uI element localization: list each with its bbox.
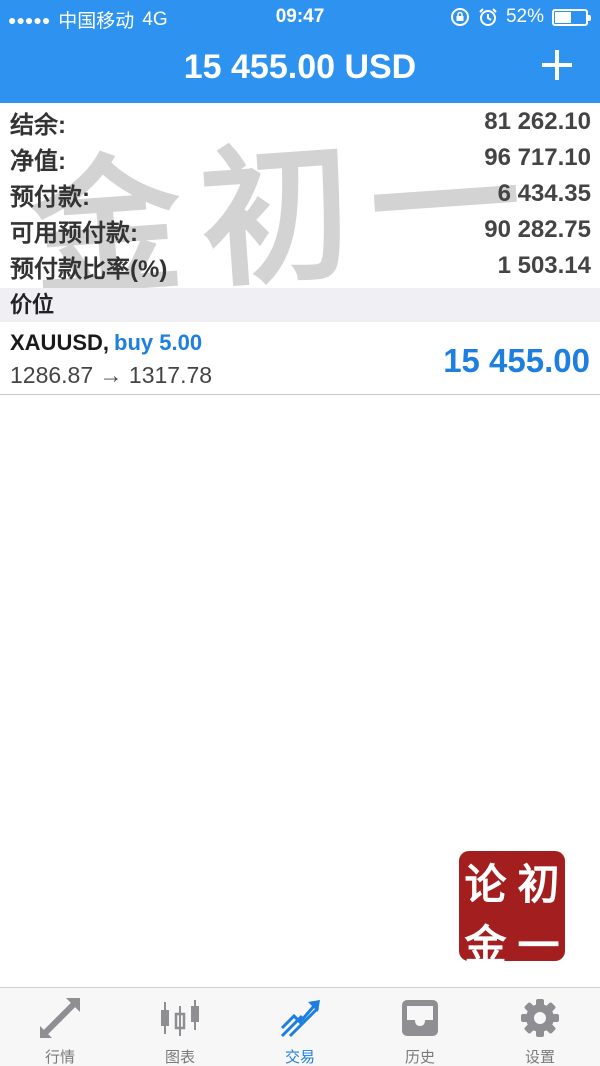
summary-row-margin-level: 预付款比率(%) 1 503.14 xyxy=(0,248,600,284)
position-symbol: XAUUSD, buy 5.00 xyxy=(10,330,202,356)
summary-value: 1 503.14 xyxy=(497,252,591,279)
summary-row-free-margin: 可用预付款: 90 282.75 xyxy=(0,212,600,248)
section-header-positions: 价位 xyxy=(0,288,600,322)
summary-label: 结余: xyxy=(10,111,66,139)
symbol-name: XAUUSD, xyxy=(10,330,110,355)
account-summary: 结余: 81 262.10 净值: 96 717.10 预付款: 6 434.3… xyxy=(0,104,600,284)
position-direction: buy 5.00 xyxy=(114,330,203,355)
tab-chart[interactable]: 图表 xyxy=(120,988,240,1066)
position-prices: 1286.87 → 1317.78 xyxy=(10,362,213,388)
seal-char: 金 xyxy=(464,921,507,970)
tab-label: 交易 xyxy=(284,1049,315,1066)
summary-value: 96 717.10 xyxy=(484,144,591,171)
trade-trend-icon xyxy=(280,1000,320,1038)
gear-icon xyxy=(521,999,559,1037)
summary-label: 净值: xyxy=(10,147,66,175)
summary-label: 预付款: xyxy=(10,183,90,211)
summary-row-margin: 预付款: 6 434.35 xyxy=(0,176,600,212)
alarm-clock-icon xyxy=(479,8,497,26)
tab-label: 设置 xyxy=(524,1049,555,1066)
tab-label: 图表 xyxy=(164,1049,195,1066)
summary-label: 可用预付款: xyxy=(10,219,138,247)
tab-label: 行情 xyxy=(44,1049,75,1066)
summary-value: 90 282.75 xyxy=(484,216,591,243)
summary-value: 6 434.35 xyxy=(497,180,591,207)
seal-stamp: 论 初 金 一 xyxy=(459,851,565,970)
status-bar: ●●●●● 中国移动 4G 09:47 52% xyxy=(0,0,600,34)
seal-char: 初 xyxy=(517,860,560,909)
seal-char: 论 xyxy=(464,860,507,909)
title-bar: 15 455.00 USD xyxy=(0,40,600,100)
summary-value: 81 262.10 xyxy=(484,108,591,135)
plus-icon[interactable] xyxy=(542,50,572,80)
app-header: ●●●●● 中国移动 4G 09:47 52% 15 455.00 USD xyxy=(0,0,600,103)
battery-icon xyxy=(552,8,591,26)
tab-label: 历史 xyxy=(404,1049,435,1066)
seal-char: 一 xyxy=(517,921,560,970)
candlestick-chart-icon xyxy=(161,1000,199,1036)
status-right: 52% xyxy=(450,6,591,28)
quotes-arrows-icon xyxy=(40,998,80,1038)
summary-label: 预付款比率(%) xyxy=(10,255,168,283)
tab-bar: 行情 图表 交易 历史 设置 xyxy=(0,987,600,1066)
position-profit: 15 455.00 xyxy=(443,342,590,379)
tab-settings[interactable]: 设置 xyxy=(480,988,600,1066)
summary-row-equity: 净值: 96 717.10 xyxy=(0,140,600,176)
summary-row-balance: 结余: 81 262.10 xyxy=(0,104,600,140)
battery-percent: 52% xyxy=(505,6,544,27)
position-row[interactable]: XAUUSD, buy 5.00 1286.87 → 1317.78 15 455… xyxy=(0,322,600,395)
history-inbox-icon xyxy=(402,1000,438,1036)
tab-trade[interactable]: 交易 xyxy=(240,988,360,1066)
tab-quotes[interactable]: 行情 xyxy=(0,988,120,1066)
tab-history[interactable]: 历史 xyxy=(360,988,480,1066)
rotation-lock-icon xyxy=(450,8,469,26)
page-title: 15 455.00 USD xyxy=(183,48,417,86)
